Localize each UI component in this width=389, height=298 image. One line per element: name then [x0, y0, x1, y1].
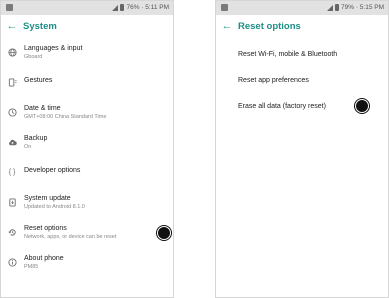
history-icon: [1, 226, 23, 238]
system-settings-screen: 76% · 5:11 PM ← System Languages & input…: [0, 0, 174, 298]
item-subtitle: Updated to Android 8.1.0: [24, 204, 85, 210]
item-label: Languages & input: [24, 45, 83, 52]
battery-icon: [120, 4, 125, 11]
page-title: Reset options: [238, 20, 301, 32]
clock-icon: [1, 106, 23, 118]
globe-icon: [1, 46, 23, 58]
settings-list: Languages & input Gboard Gestures Date &…: [1, 41, 173, 281]
reset-options-screen: 79% · 5:15 PM ← Reset options Reset Wi-F…: [215, 0, 389, 298]
item-label: Backup: [24, 135, 48, 142]
erase-all-data-factory-reset[interactable]: Erase all data (factory reset): [216, 93, 388, 119]
item-subtitle: GMT+08:00 China Standard Time: [24, 114, 107, 120]
settings-item-developer-options[interactable]: { } Developer options: [1, 161, 173, 191]
gesture-phone-icon: [1, 76, 23, 88]
settings-item-date-time[interactable]: Date & time GMT+08:00 China Standard Tim…: [1, 101, 173, 131]
item-subtitle: On: [24, 144, 32, 150]
reset-options-list: Reset Wi-Fi, mobile & Bluetooth Reset ap…: [216, 41, 388, 119]
reset-wifi-mobile-bluetooth[interactable]: Reset Wi-Fi, mobile & Bluetooth: [216, 41, 388, 67]
item-label: Date & time: [24, 105, 61, 112]
system-update-icon: [1, 196, 23, 208]
cloud-upload-icon: [1, 136, 23, 148]
settings-item-reset-options[interactable]: Reset options Network, apps, or device c…: [1, 221, 173, 251]
notification-icon: [6, 4, 13, 11]
item-label: Erase all data (factory reset): [238, 102, 326, 110]
item-subtitle: Network, apps, or device can be reset: [24, 234, 117, 240]
signal-icon: [112, 4, 119, 11]
item-label: About phone: [24, 255, 64, 262]
notification-icon: [221, 4, 228, 11]
status-bar: 79% · 5:15 PM: [216, 1, 388, 15]
status-text: 76% · 5:11 PM: [126, 4, 169, 11]
item-label: Reset Wi-Fi, mobile & Bluetooth: [238, 50, 338, 58]
tap-indicator: [355, 99, 369, 113]
settings-item-system-update[interactable]: System update Updated to Android 8.1.0: [1, 191, 173, 221]
settings-item-backup[interactable]: Backup On: [1, 131, 173, 161]
settings-item-about-phone[interactable]: About phone PM85: [1, 251, 173, 281]
back-arrow-icon[interactable]: ←: [1, 20, 23, 32]
app-bar: ← Reset options: [216, 15, 388, 37]
item-label: Reset options: [24, 225, 67, 232]
tap-indicator: [157, 226, 171, 240]
item-subtitle: Gboard: [24, 54, 43, 60]
app-bar: ← System: [1, 15, 173, 37]
item-label: Developer options: [24, 167, 81, 174]
item-label: System update: [24, 195, 71, 202]
battery-icon: [335, 4, 339, 11]
item-label: Gestures: [24, 77, 53, 84]
status-bar: 76% · 5:11 PM: [1, 1, 173, 15]
info-icon: [1, 256, 23, 268]
settings-item-languages[interactable]: Languages & input Gboard: [1, 41, 173, 71]
code-braces-icon: { }: [8, 168, 16, 176]
reset-app-preferences[interactable]: Reset app preferences: [216, 67, 388, 93]
back-arrow-icon[interactable]: ←: [216, 20, 238, 32]
signal-icon: [327, 4, 333, 11]
item-label: Reset app preferences: [238, 76, 309, 84]
settings-item-gestures[interactable]: Gestures: [1, 71, 173, 101]
item-subtitle: PM85: [24, 264, 39, 270]
page-title: System: [23, 20, 57, 32]
status-text: 79% · 5:15 PM: [341, 4, 384, 11]
